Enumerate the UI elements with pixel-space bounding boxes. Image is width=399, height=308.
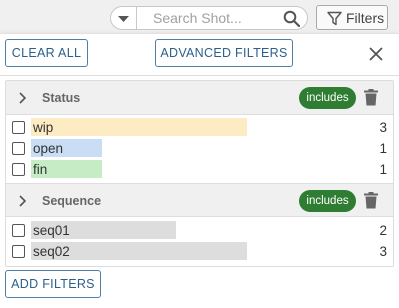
search-toolbar: Filters [0, 0, 399, 34]
item-label: fin [33, 162, 48, 177]
filters-button-label: Filters [346, 10, 385, 26]
clear-all-button[interactable]: CLEAR ALL [5, 39, 88, 67]
item-checkbox[interactable] [12, 121, 25, 134]
chevron-right-icon[interactable] [19, 92, 26, 104]
filter-panel: CLEAR ALL ADVANCED FILTERS Status includ… [0, 34, 399, 308]
filter-groups-list: Status includes wip 3 open 1 fin 1 Seque… [5, 80, 394, 267]
item-label: wip [33, 120, 54, 135]
filters-button[interactable]: Filters [316, 5, 388, 30]
item-count: 2 [379, 223, 387, 238]
includes-toggle[interactable]: includes [299, 190, 356, 212]
search-box [136, 6, 308, 30]
item-label: seq01 [33, 223, 70, 238]
divider [0, 75, 399, 76]
item-count: 1 [379, 162, 387, 177]
list-item[interactable]: seq01 2 [6, 220, 393, 241]
close-icon[interactable] [368, 46, 384, 62]
filter-icon [327, 11, 342, 26]
search-dropdown-button[interactable] [110, 6, 136, 30]
add-filters-button[interactable]: ADD FILTERS [5, 270, 101, 298]
item-checkbox[interactable] [12, 245, 25, 258]
filter-group-name: Status [42, 91, 81, 105]
item-checkbox[interactable] [12, 142, 25, 155]
item-count: 3 [379, 120, 387, 135]
item-checkbox[interactable] [12, 224, 25, 237]
list-item[interactable]: fin 1 [6, 159, 393, 180]
list-item[interactable]: seq02 3 [6, 241, 393, 262]
list-item[interactable]: open 1 [6, 138, 393, 159]
item-label: open [33, 141, 64, 156]
chevron-right-icon[interactable] [19, 195, 26, 207]
includes-toggle[interactable]: includes [299, 87, 356, 109]
filter-group-header-status[interactable]: Status includes [6, 81, 393, 115]
filter-group-name: Sequence [42, 194, 102, 208]
trash-icon[interactable] [364, 192, 378, 209]
item-count: 1 [379, 141, 387, 156]
search-input[interactable] [153, 9, 281, 27]
search-icon[interactable] [283, 10, 300, 27]
item-count: 3 [379, 244, 387, 259]
count-bar [31, 118, 247, 136]
advanced-filters-button[interactable]: ADVANCED FILTERS [155, 39, 293, 67]
trash-icon[interactable] [364, 89, 378, 106]
chevron-down-icon [118, 16, 129, 22]
filter-group-header-sequence[interactable]: Sequence includes [6, 183, 393, 217]
item-checkbox[interactable] [12, 163, 25, 176]
item-label: seq02 [33, 244, 70, 259]
list-item[interactable]: wip 3 [6, 117, 393, 138]
